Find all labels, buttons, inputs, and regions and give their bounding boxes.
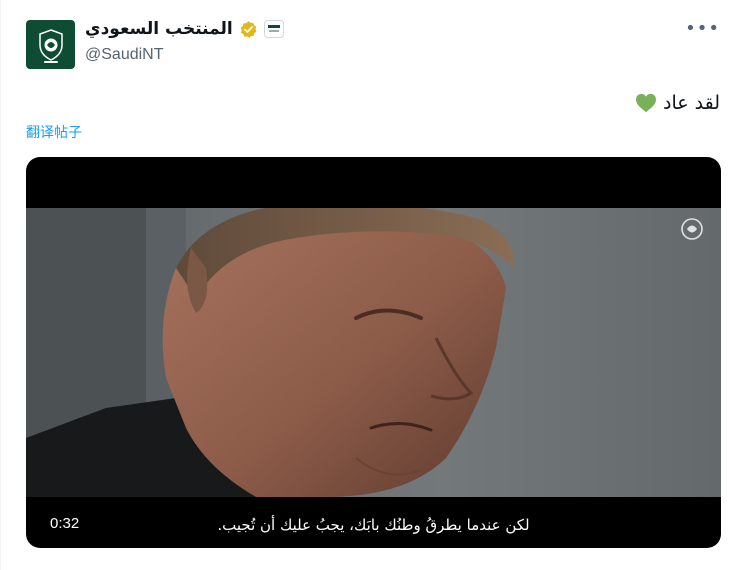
- author-display-name[interactable]: المنتخب السعودي: [85, 19, 233, 39]
- translate-post-link[interactable]: 翻译帖子: [26, 122, 82, 142]
- video-watermark: [677, 216, 707, 246]
- saudi-team-crest-icon: [38, 28, 63, 63]
- video-subtitle: لكن عندما يطرقُ وطنُك بابَك، يجبُ عليك أ…: [217, 516, 530, 534]
- author-name-row: المنتخب السعودي: [85, 19, 284, 39]
- post-card: المنتخب السعودي @SaudiNT ••• لقد عاد 翻译帖…: [0, 0, 750, 570]
- post-text: لقد عاد: [635, 92, 720, 114]
- avatar[interactable]: [26, 20, 75, 69]
- more-dots-icon[interactable]: •••: [685, 20, 720, 38]
- author-handle[interactable]: @SaudiNT: [85, 46, 164, 64]
- post-text-content: لقد عاد: [663, 92, 720, 114]
- verified-badge-icon: [240, 20, 257, 38]
- video-frame: [26, 208, 721, 497]
- video-still-image: [26, 208, 515, 497]
- saudi-team-watermark-icon: [681, 218, 703, 240]
- video-player[interactable]: 0:32 لكن عندما يطرقُ وطنُك بابَك، يجبُ ع…: [26, 157, 721, 548]
- green-heart-icon: [636, 93, 656, 113]
- affiliate-badge-icon[interactable]: [263, 20, 284, 38]
